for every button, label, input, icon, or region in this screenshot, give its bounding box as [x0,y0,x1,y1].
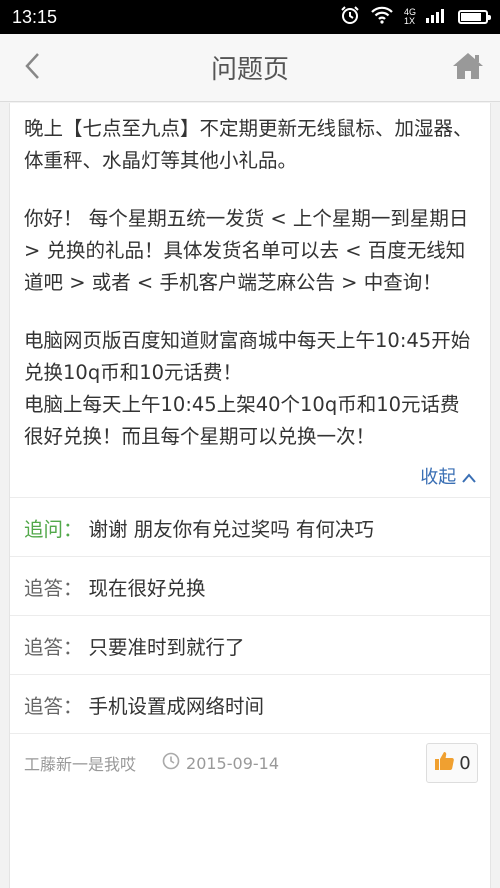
followup-row: 追问： 谢谢 朋友你有兑过奖吗 有何决巧 [10,498,490,557]
answer-body: 晚上【七点至九点】不定期更新无线鼠标、加湿器、体重秤、水晶灯等其他小礼品。 你好… [10,103,490,453]
status-icons: 4G 1X [340,5,491,30]
followup-row: 追答： 只要准时到就行了 [10,616,490,675]
answer-paragraph: 晚上【七点至九点】不定期更新无线鼠标、加湿器、体重秤、水晶灯等其他小礼品。 [24,117,473,172]
followup-row: 追答： 手机设置成网络时间 [10,675,490,734]
home-button[interactable] [446,46,490,90]
page-title: 问题页 [210,55,289,85]
status-time: 13:15 [12,6,58,27]
alarm-icon [340,5,360,30]
followup-list: 追问： 谢谢 朋友你有兑过奖吗 有何决巧 追答： 现在很好兑换 追答： 只要准时… [10,497,490,734]
followup-label: 追答： [24,694,83,718]
chevron-left-icon [22,51,42,85]
battery-icon [458,10,491,24]
collapse-row: 收起 [10,453,490,497]
signal-icon [426,7,448,28]
followup-label: 追答： [24,635,83,659]
answer-paragraph: 电脑网页版百度知道财富商城中每天上午10:45开始兑换10q币和10元话费！ 电… [24,329,471,448]
thumbs-up-icon [433,750,455,777]
answer-card: 晚上【七点至九点】不定期更新无线鼠标、加湿器、体重秤、水晶灯等其他小礼品。 你好… [9,103,491,888]
network-indicator: 4G 1X [403,7,416,26]
followup-label: 追问： [24,517,83,541]
wifi-icon [370,6,394,29]
chevron-up-icon [462,467,476,488]
followup-text: 只要准时到就行了 [88,635,245,659]
followup-text: 手机设置成网络时间 [88,694,265,718]
answer-date: 2015-09-14 [162,752,279,774]
status-bar: 13:15 4G 1X [0,0,500,34]
clock-icon [162,752,180,774]
followup-row: 追答： 现在很好兑换 [10,557,490,616]
nav-bar: 问题页 [0,34,500,102]
followup-text: 谢谢 朋友你有兑过奖吗 有何决巧 [88,517,374,541]
like-count: 0 [459,752,471,774]
collapse-link[interactable]: 收起 [420,467,476,488]
home-icon [451,51,485,85]
author-name[interactable]: 工藤新一是我哎 [24,751,136,775]
answer-paragraph: 你好！ 每个星期五统一发货 < 上个星期一到星期日 > 兑换的礼品！具体发货名单… [24,207,469,294]
back-button[interactable] [10,46,54,90]
like-button[interactable]: 0 [426,743,478,783]
answer-footer: 工藤新一是我哎 2015-09-14 0 [10,734,490,792]
followup-text: 现在很好兑换 [88,576,206,600]
followup-label: 追答： [24,576,83,600]
